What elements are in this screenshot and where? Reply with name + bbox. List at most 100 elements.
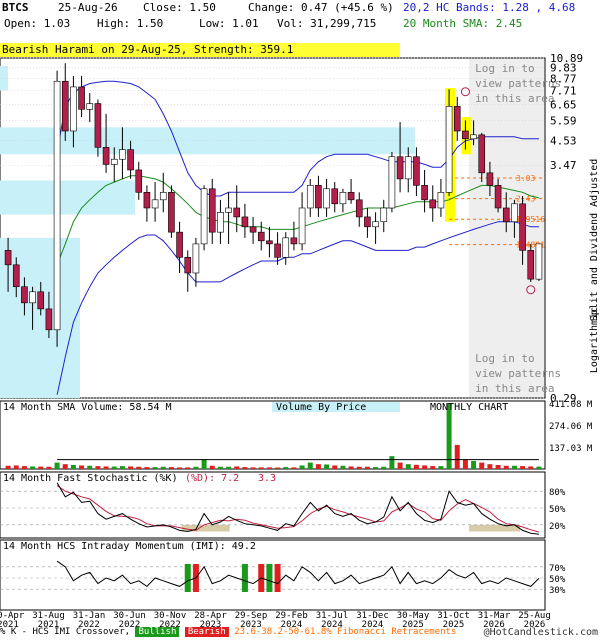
x-axis-label: 2022: [119, 620, 141, 627]
oversold-band: [181, 524, 230, 532]
volume-bar: [128, 466, 134, 469]
volume-bar: [364, 466, 370, 469]
volume-bar: [291, 467, 297, 469]
x-axis-label: 2024: [362, 620, 384, 627]
volume-bar: [405, 464, 411, 469]
candle-down: [176, 231, 183, 258]
volume-bar: [13, 465, 19, 469]
candle-up: [225, 207, 232, 213]
login-prompt-bottom: Log in to: [475, 352, 535, 365]
candle-down: [184, 257, 192, 274]
stochastic-k-value: 3.3: [258, 473, 276, 484]
candle-up: [511, 203, 518, 223]
volume-bar: [177, 467, 183, 469]
candle-down: [519, 203, 526, 251]
volume-bar: [46, 466, 52, 469]
candle-down: [61, 80, 69, 132]
volume-bar: [160, 466, 166, 469]
vbp-label: Volume By Price: [276, 402, 366, 413]
candle-up: [159, 192, 167, 201]
candle-down: [249, 226, 257, 233]
imi-axis-label: 30%: [549, 586, 566, 596]
volume-bar: [136, 466, 142, 469]
volume-bar: [168, 467, 174, 469]
volume-bar: [193, 466, 199, 469]
volume-bar: [332, 465, 338, 469]
candle-down: [396, 156, 404, 180]
imi-crossover-marker: [184, 564, 191, 592]
bearish-tag: Bearish: [184, 627, 229, 637]
candle-down: [274, 243, 281, 258]
candle-up: [192, 243, 200, 274]
candle-up: [151, 199, 159, 209]
x-axis-label: 2026: [483, 620, 505, 627]
volume-bar: [38, 466, 44, 469]
price-axis-label: 3.47: [550, 159, 577, 172]
oversold-band: [469, 524, 520, 532]
volume-bar: [266, 467, 272, 469]
volume-bar: [87, 465, 93, 469]
candle-down: [290, 237, 298, 245]
candle-up: [29, 291, 36, 304]
monthly-chart-label: MONTHLY CHART: [430, 402, 508, 413]
volume-bar: [21, 466, 27, 469]
candle-down: [12, 264, 20, 288]
x-axis-label: 2024: [281, 620, 303, 627]
volume-bar: [520, 466, 526, 469]
volume-bar: [62, 464, 68, 469]
vbp-bar: [0, 180, 135, 215]
price-axis-label: 5.59: [550, 115, 577, 128]
candle-down: [37, 291, 45, 310]
volume-bar: [373, 467, 379, 469]
candle-down: [208, 188, 216, 233]
login-prompt-bottom: in this area: [475, 382, 554, 395]
volume-bar: [307, 462, 313, 469]
log-scale-label: Logarithmic: [589, 307, 600, 373]
volume-bar: [348, 466, 354, 469]
stochastic-d-value: (%D): 7.2: [185, 473, 239, 484]
x-axis-label: 2026: [524, 620, 546, 627]
candle-up: [217, 212, 224, 233]
footer-prefix: % K - HCS IMI Crossover,: [0, 627, 131, 637]
brand-link[interactable]: @HotCandlestick.com: [484, 627, 598, 638]
volume-bar: [201, 459, 207, 469]
login-prompt-top: in this area: [475, 92, 554, 105]
candle-down: [413, 156, 420, 186]
right-axis-title: Split and Dividend Adjusted: [589, 159, 600, 322]
footer-legend: % K - HCS IMI Crossover, Bullish Bearish…: [0, 627, 600, 640]
candle-up: [404, 156, 412, 180]
stochastic-axis-label: 80%: [549, 488, 566, 498]
volume-axis-label: 411.08 M: [549, 400, 593, 410]
vbp-bar: [0, 127, 415, 155]
volume-bar: [462, 459, 468, 469]
candle-up: [119, 149, 126, 160]
login-prompt-top: view patterns: [475, 77, 561, 90]
candle-up: [372, 221, 379, 228]
candle-down: [21, 286, 28, 304]
volume-bar: [152, 467, 158, 469]
volume-bar: [111, 466, 117, 469]
volume-bar: [528, 466, 534, 469]
volume-axis-label: 137.03 M: [549, 444, 593, 454]
candle-up: [535, 243, 543, 280]
volume-bar: [185, 467, 191, 469]
candle-up: [445, 106, 453, 193]
volume-bar: [242, 467, 248, 469]
volume-bar: [95, 466, 101, 469]
imi-crossover-marker: [274, 564, 281, 592]
candle-down: [478, 134, 486, 174]
x-axis-label: 2021: [38, 620, 60, 627]
candle-up: [86, 103, 94, 110]
volume-bar: [79, 465, 85, 469]
x-axis-label: 2023: [240, 620, 262, 627]
x-axis-label: 2023: [200, 620, 222, 627]
candle-down: [257, 231, 265, 242]
candle-up: [298, 207, 306, 245]
candle-down: [315, 185, 322, 209]
x-axis-label: 2025: [443, 620, 465, 627]
candle-down: [421, 185, 428, 201]
volume-bar: [315, 464, 321, 469]
candle-down: [135, 169, 143, 193]
vbp-bar: [0, 237, 80, 398]
candle-down: [102, 147, 110, 165]
